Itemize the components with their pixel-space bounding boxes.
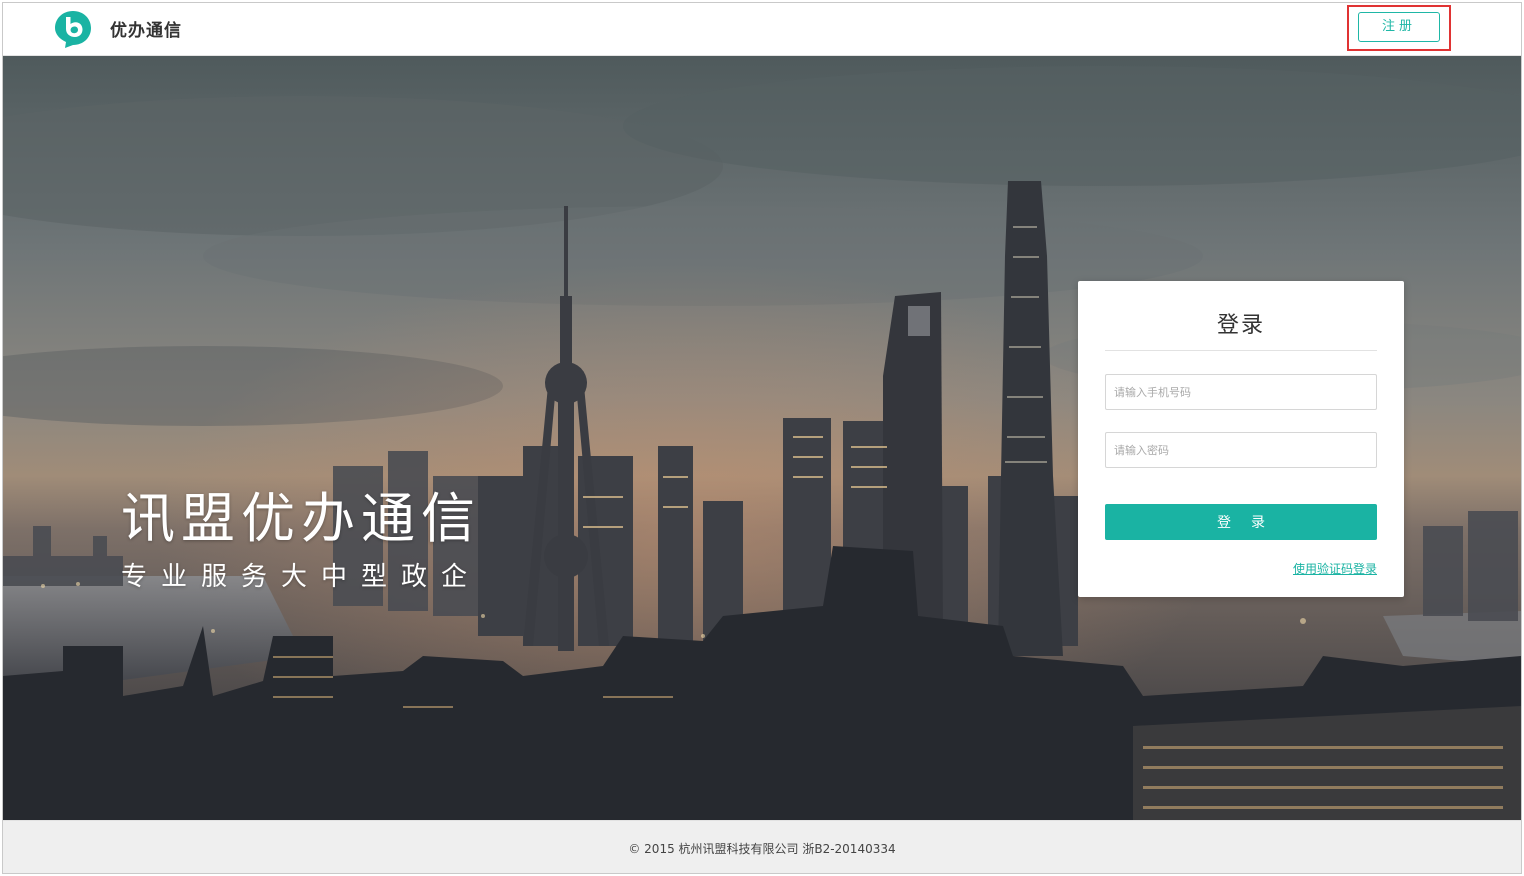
copyright-text: © 2015 杭州讯盟科技有限公司 浙B2-20140334 xyxy=(628,842,896,856)
password-input[interactable] xyxy=(1105,432,1377,468)
login-card: 登录 登录 使用验证码登录 xyxy=(1078,281,1404,597)
speech-bubble-b-logo-icon[interactable] xyxy=(53,9,93,49)
register-button[interactable]: 注册 xyxy=(1358,12,1440,42)
top-header: 优办通信 注册 xyxy=(3,3,1521,56)
sms-code-login-link[interactable]: 使用验证码登录 xyxy=(1293,560,1377,577)
page-frame: 优办通信 注册 讯盟优办通信 专业服务大中型政企 登录 请输入手机号码 登录 使… xyxy=(2,2,1522,874)
login-title: 登录 xyxy=(1216,313,1265,338)
footer: © 2015 杭州讯盟科技有限公司 浙B2-20140334 xyxy=(3,820,1521,873)
phone-input[interactable] xyxy=(1105,374,1377,410)
login-button[interactable]: 登录 xyxy=(1105,504,1377,540)
login-divider xyxy=(1105,350,1377,351)
brand-name: 优办通信 xyxy=(110,21,182,41)
hero-banner: 讯盟优办通信 专业服务大中型政企 登录 登录 使用验证码登录 xyxy=(3,56,1521,820)
hero-title: 讯盟优办通信 xyxy=(121,487,481,550)
hero-subtitle: 专业服务大中型政企 xyxy=(121,562,482,592)
